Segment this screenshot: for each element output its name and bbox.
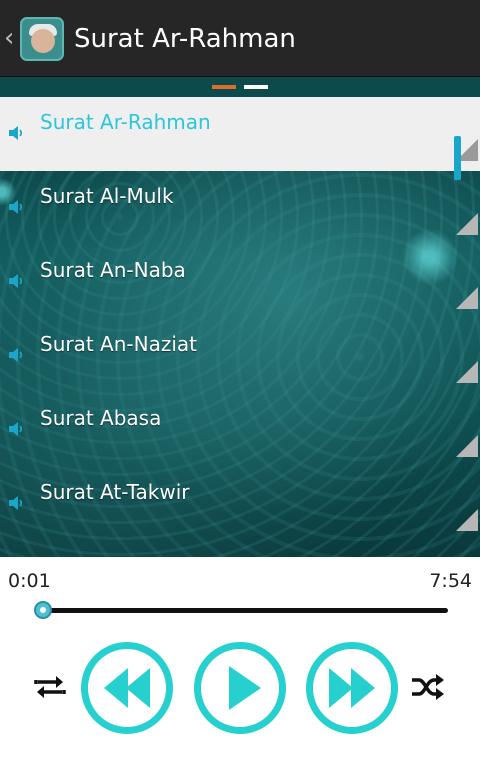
repeat-icon[interactable] — [30, 671, 70, 703]
fast-forward-button[interactable] — [306, 642, 398, 734]
speaker-icon — [9, 348, 23, 362]
total-time: 7:54 — [429, 570, 472, 592]
list-item-label: Surat At-Takwir — [40, 480, 190, 504]
fast-forward-icon — [329, 668, 375, 708]
list-item-label: Surat An-Naziat — [40, 332, 197, 356]
seek-thumb[interactable] — [33, 601, 52, 619]
corner-arrow-icon — [456, 435, 478, 457]
chevron-left-icon[interactable]: ‹ — [4, 24, 14, 52]
page-indicator — [0, 77, 480, 97]
shuffle-icon[interactable] — [408, 671, 448, 703]
playlist: Surat Ar-Rahman Surat Al-Mulk Surat An-N… — [0, 97, 480, 557]
player-panel: 0:01 7:54 — [0, 557, 480, 761]
rewind-icon — [104, 668, 150, 708]
speaker-icon — [9, 422, 23, 436]
list-item-label: Surat Abasa — [40, 406, 162, 430]
list-item-label: Surat Al-Mulk — [40, 184, 174, 208]
list-item-label: Surat An-Naba — [40, 258, 186, 282]
list-item[interactable]: Surat Al-Mulk — [0, 171, 480, 245]
page-title: Surat Ar-Rahman — [74, 24, 296, 54]
scrollbar-thumb[interactable] — [454, 136, 461, 180]
seek-bar[interactable] — [36, 608, 448, 613]
list-item[interactable]: Surat Abasa — [0, 393, 480, 467]
list-item[interactable]: Surat At-Takwir — [0, 467, 480, 541]
list-item[interactable]: Surat An-Naziat — [0, 319, 480, 393]
play-icon — [229, 666, 261, 710]
current-time: 0:01 — [8, 570, 51, 592]
seek-thumb-dot — [39, 607, 46, 613]
reciter-avatar-icon[interactable] — [20, 17, 64, 61]
play-button[interactable] — [194, 642, 286, 734]
list-item[interactable]: Surat An-Naba — [0, 245, 480, 319]
corner-arrow-icon — [456, 213, 478, 235]
page-indicator-active[interactable] — [212, 85, 236, 89]
list-item[interactable]: Surat Ar-Rahman — [0, 97, 480, 171]
corner-arrow-icon — [456, 509, 478, 531]
speaker-icon — [9, 496, 23, 510]
speaker-icon — [9, 274, 23, 288]
action-bar: ‹ Surat Ar-Rahman — [0, 0, 480, 77]
speaker-icon — [9, 126, 23, 140]
page-indicator-inactive[interactable] — [244, 85, 268, 89]
avatar-face — [31, 29, 55, 53]
corner-arrow-icon — [456, 287, 478, 309]
rewind-button[interactable] — [81, 642, 173, 734]
corner-arrow-icon — [456, 361, 478, 383]
speaker-icon — [9, 200, 23, 214]
list-item-label: Surat Ar-Rahman — [40, 110, 211, 134]
